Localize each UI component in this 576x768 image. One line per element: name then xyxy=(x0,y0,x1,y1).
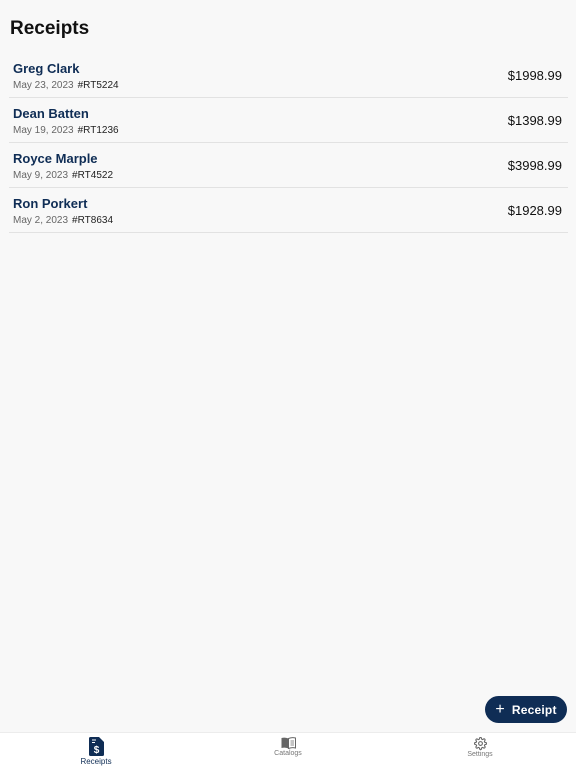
svg-text:$: $ xyxy=(93,745,99,756)
receipt-date: May 23, 2023 xyxy=(13,80,74,91)
receipt-row[interactable]: Ron Porkert May 2, 2023 #RT8634 $1928.99 xyxy=(9,188,568,233)
tab-bar: $ Receipts Catalogs Settings xyxy=(0,732,576,768)
tab-label: Catalogs xyxy=(274,750,302,757)
receipt-row[interactable]: Greg Clark May 23, 2023 #RT5224 $1998.99 xyxy=(9,53,568,98)
tab-settings[interactable]: Settings xyxy=(384,733,576,768)
receipt-date: May 9, 2023 xyxy=(13,170,69,181)
add-receipt-label: Receipt xyxy=(511,702,557,717)
tab-label: Settings xyxy=(467,751,493,758)
tab-label: Receipts xyxy=(80,757,112,766)
receipt-meta: May 2, 2023 #RT8634 xyxy=(13,215,113,226)
receipts-screen: Receipts Greg Clark May 23, 2023 #RT5224 … xyxy=(0,0,576,768)
receipt-amount: $1398.99 xyxy=(507,113,562,128)
receipt-amount: $1998.99 xyxy=(507,68,562,83)
receipt-number: #RT1236 xyxy=(77,125,119,136)
customer-name: Royce Marple xyxy=(13,151,98,166)
receipt-list: Greg Clark May 23, 2023 #RT5224 $1998.99 … xyxy=(9,53,568,233)
receipt-amount: $1928.99 xyxy=(507,203,562,218)
customer-name: Dean Batten xyxy=(13,106,89,121)
receipt-row[interactable]: Dean Batten May 19, 2023 #RT1236 $1398.99 xyxy=(9,98,568,143)
receipt-date: May 19, 2023 xyxy=(13,125,74,136)
receipt-meta: May 19, 2023 #RT1236 xyxy=(13,125,119,136)
tab-catalogs[interactable]: Catalogs xyxy=(192,733,384,768)
tab-receipts[interactable]: $ Receipts xyxy=(0,733,192,768)
receipt-row[interactable]: Royce Marple May 9, 2023 #RT4522 $3998.99 xyxy=(9,143,568,188)
plus-icon: + xyxy=(495,700,505,718)
receipt-date: May 2, 2023 xyxy=(13,215,69,226)
receipt-dollar-icon: $ xyxy=(88,737,104,756)
gear-icon xyxy=(473,737,487,750)
add-receipt-button[interactable]: + Receipt xyxy=(485,696,567,723)
page-title: Receipts xyxy=(10,18,90,39)
customer-name: Greg Clark xyxy=(13,61,80,76)
receipt-meta: May 9, 2023 #RT4522 xyxy=(13,170,113,181)
receipt-number: #RT5224 xyxy=(77,80,119,91)
book-icon xyxy=(281,737,296,749)
receipt-number: #RT4522 xyxy=(72,170,114,181)
receipt-amount: $3998.99 xyxy=(507,158,562,173)
receipt-meta: May 23, 2023 #RT5224 xyxy=(13,80,119,91)
receipt-number: #RT8634 xyxy=(72,215,114,226)
customer-name: Ron Porkert xyxy=(13,196,88,211)
